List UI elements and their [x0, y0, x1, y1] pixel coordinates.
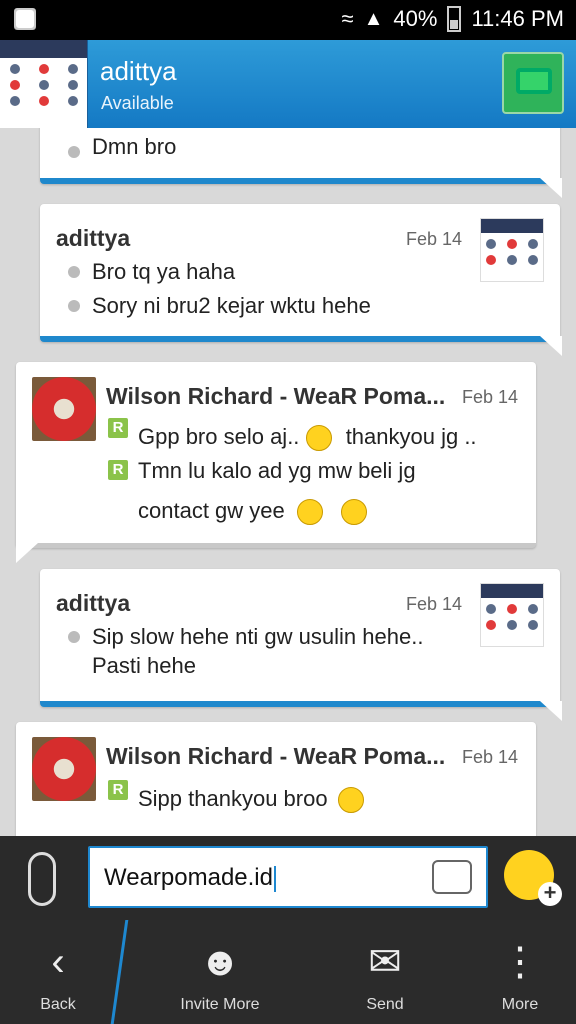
chat-message: adittya Feb 14 Bro tq ya haha Sory ni br… — [40, 204, 562, 356]
message-composer: Wearpomade.id + — [0, 836, 576, 920]
message-input[interactable]: Wearpomade.id — [88, 846, 488, 908]
r-badge-icon: R — [108, 418, 128, 438]
wifi-icon: ≈ — [341, 6, 354, 31]
contact-picture[interactable] — [0, 40, 88, 128]
chat-message: Wilson Richard - WeaR Poma... Feb 14 R G… — [16, 362, 536, 563]
lol-emoji-icon — [341, 499, 367, 526]
chat-header: adittya Available — [0, 40, 576, 128]
phone-icon — [516, 68, 552, 94]
bbm-send-icon: ✉ — [368, 940, 402, 984]
grin-emoji-icon — [305, 425, 332, 452]
message-text: Dmn bro — [92, 134, 177, 159]
sender-avatar — [480, 583, 544, 647]
signal-icon: ▲ — [363, 7, 384, 30]
r-badge-icon: R — [108, 780, 128, 800]
chat-message: adittya Feb 14 Sip slow hehe nti gw usul… — [40, 569, 562, 721]
voice-call-button[interactable] — [502, 52, 564, 114]
message-text: Bro tq ya haha — [92, 259, 236, 284]
sender-name: adittya — [56, 225, 131, 251]
clock: 11:46 PM — [471, 6, 564, 31]
add-contact-icon: ☻ — [198, 940, 242, 984]
contact-status: Available — [101, 93, 174, 113]
more-button[interactable]: ⋮ More — [470, 920, 570, 1024]
message-text: Sip slow hehe nti gw usulin hehe.. — [92, 624, 424, 649]
message-date: Feb 14 — [462, 747, 519, 767]
ping-icon[interactable] — [432, 860, 472, 894]
rofl-emoji-icon — [337, 787, 364, 814]
battery-icon — [447, 6, 462, 32]
message-text: Tmn lu kalo ad yg mw beli jg — [138, 458, 416, 483]
chevron-left-icon: ‹ — [51, 940, 65, 984]
sender-name: Wilson Richard - WeaR Poma... — [106, 743, 446, 769]
message-text: Sipp thankyou broo — [138, 786, 364, 814]
message-date: Feb 14 — [462, 387, 519, 407]
sender-avatar — [480, 218, 544, 282]
message-text: Gpp bro selo aj.. thankyou jg .. — [138, 424, 477, 452]
message-text: Pasti hehe — [92, 653, 196, 678]
laugh-emoji-icon — [296, 499, 323, 526]
sender-avatar — [32, 377, 96, 441]
sender-name: Wilson Richard - WeaR Poma... — [106, 383, 446, 409]
bbm-notification-icon — [14, 8, 36, 30]
message-text: Sory ni bru2 kejar wktu hehe — [92, 293, 371, 318]
emoticon-button[interactable]: + — [504, 850, 562, 906]
sender-avatar — [32, 737, 96, 801]
message-date: Feb 14 — [406, 594, 463, 614]
r-badge-icon: R — [108, 460, 128, 480]
chat-message: Dmn bro — [40, 128, 562, 198]
battery-percent: 40% — [393, 6, 438, 31]
plus-icon: + — [538, 882, 562, 906]
back-button[interactable]: ‹ Back — [0, 920, 116, 1024]
contact-name: adittya — [100, 56, 177, 86]
send-button[interactable]: ✉ Send — [310, 920, 460, 1024]
invite-more-button[interactable]: ☻ Invite More — [140, 920, 300, 1024]
status-bar: ≈ ▲ 40% 11:46 PM — [0, 0, 576, 40]
message-date: Feb 14 — [406, 229, 463, 249]
attach-icon[interactable] — [28, 852, 56, 906]
message-text: contact gw yee — [138, 498, 367, 526]
action-bar: ‹ Back ☻ Invite More ✉ Send ⋮ More — [0, 920, 576, 1024]
overflow-menu-icon: ⋮ — [500, 940, 540, 984]
chat-history[interactable]: Dmn bro adittya Feb 14 Bro tq ya haha So… — [0, 128, 576, 836]
chat-message: Wilson Richard - WeaR Poma... Feb 14 R S… — [16, 722, 536, 836]
sender-name: adittya — [56, 590, 131, 616]
